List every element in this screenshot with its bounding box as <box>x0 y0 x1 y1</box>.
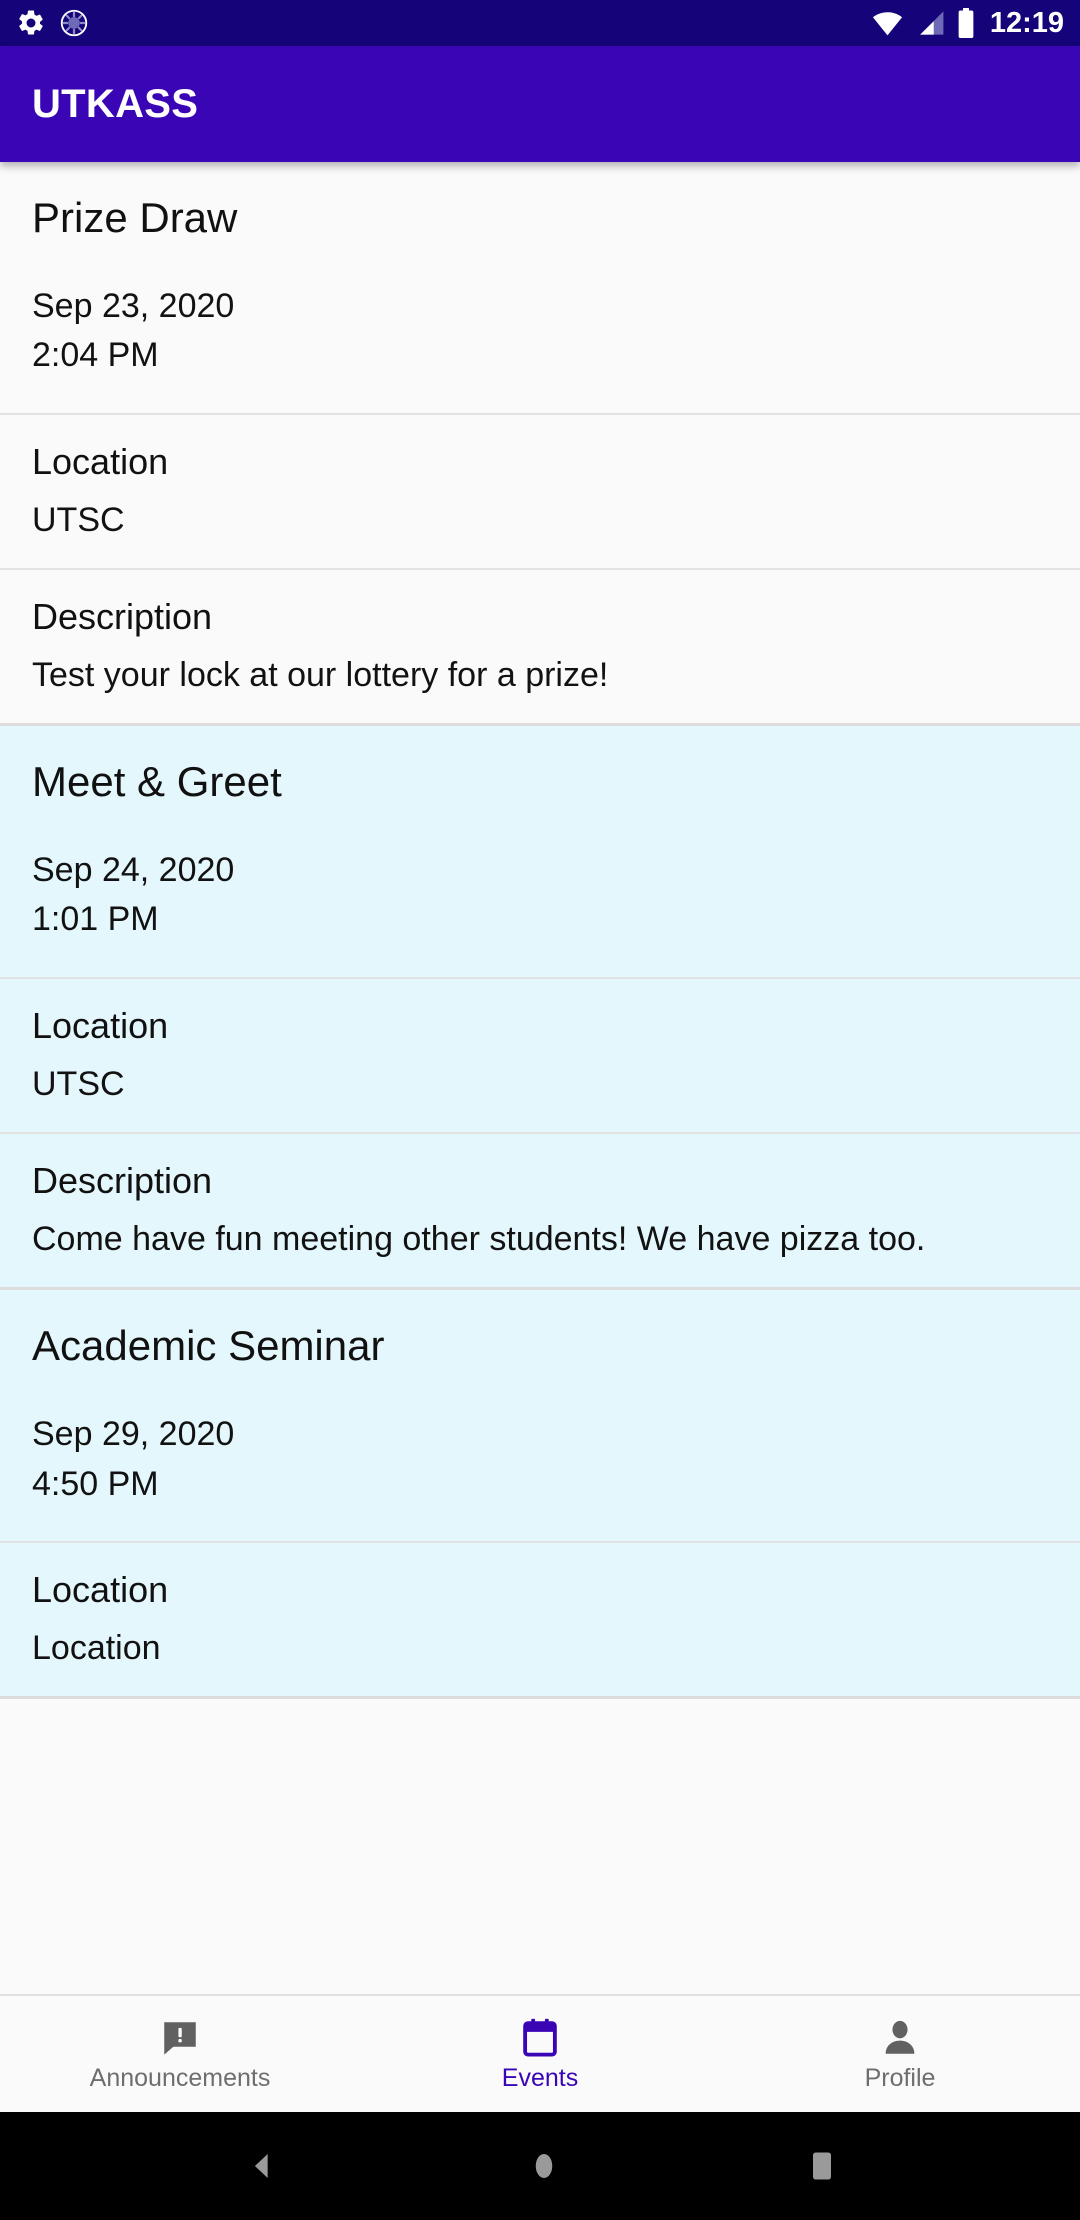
cell-signal-icon <box>915 10 946 36</box>
event-location-section: Location Location <box>0 1540 1080 1696</box>
event-date: Sep 23, 2020 <box>32 287 235 326</box>
event-card[interactable]: Academic Seminar Sep 29, 2020 4:50 PM Lo… <box>0 1290 1080 1699</box>
location-label: Location <box>32 440 169 482</box>
event-header: Prize Draw Sep 23, 2020 2:04 PM <box>0 162 1080 413</box>
description-label: Description <box>32 1159 213 1201</box>
event-card[interactable]: Prize Draw Sep 23, 2020 2:04 PM Location… <box>0 162 1080 727</box>
calendar-icon <box>519 2017 561 2059</box>
event-header: Academic Seminar Sep 29, 2020 4:50 PM <box>0 1290 1080 1541</box>
home-button[interactable] <box>529 2147 559 2185</box>
events-list[interactable]: Prize Draw Sep 23, 2020 2:04 PM Location… <box>0 162 1080 1994</box>
location-value: Location <box>32 1628 161 1667</box>
location-value: UTSC <box>32 1064 125 1103</box>
event-time: 4:50 PM <box>32 1464 159 1503</box>
status-bar-clock: 12:19 <box>989 6 1064 39</box>
event-description-section: Description Come have fun meeting other … <box>0 1131 1080 1287</box>
sync-progress-icon <box>60 9 88 37</box>
status-bar-right-icons: 12:19 <box>871 8 1064 38</box>
person-icon <box>879 2017 921 2059</box>
wifi-icon <box>871 10 904 36</box>
bottom-navigation: Announcements Events Profile <box>0 1994 1080 2112</box>
nav-tab-profile[interactable]: Profile <box>720 1996 1080 2112</box>
event-header: Meet & Greet Sep 24, 2020 1:01 PM <box>0 726 1080 977</box>
location-label: Location <box>32 1004 169 1046</box>
event-card[interactable]: Meet & Greet Sep 24, 2020 1:01 PM Locati… <box>0 726 1080 1291</box>
nav-tab-announcements[interactable]: Announcements <box>0 1996 360 2112</box>
description-value: Test your lock at our lottery for a priz… <box>32 655 609 694</box>
event-title: Meet & Greet <box>32 758 282 806</box>
nav-label-profile: Profile <box>864 2064 936 2092</box>
app-title: UTKASS <box>32 81 199 126</box>
description-label: Description <box>32 595 213 637</box>
event-time: 1:01 PM <box>32 900 159 939</box>
description-value: Come have fun meeting other students! We… <box>32 1219 926 1258</box>
event-title: Academic Seminar <box>32 1322 385 1370</box>
status-bar: 12:19 <box>0 0 1080 46</box>
announcement-icon <box>159 2017 201 2059</box>
location-label: Location <box>32 1568 169 1610</box>
nav-label-events: Events <box>501 2064 579 2092</box>
event-description-section: Description Test your lock at our lotter… <box>0 567 1080 723</box>
nav-label-announcements: Announcements <box>89 2064 271 2092</box>
app-bar: UTKASS <box>0 46 1080 162</box>
battery-icon <box>957 8 975 38</box>
back-button[interactable] <box>245 2148 279 2184</box>
recents-button[interactable] <box>809 2148 835 2184</box>
system-navigation-bar <box>0 2112 1080 2220</box>
event-date: Sep 29, 2020 <box>32 1415 235 1454</box>
nav-tab-events[interactable]: Events <box>360 1996 720 2112</box>
status-bar-left-icons <box>16 8 88 38</box>
android-screen: 12:19 UTKASS Prize Draw Sep 23, 2020 2:0… <box>0 0 1080 2220</box>
event-title: Prize Draw <box>32 194 238 241</box>
event-time: 2:04 PM <box>32 336 159 375</box>
location-value: UTSC <box>32 500 125 539</box>
event-date: Sep 24, 2020 <box>32 851 235 890</box>
settings-gear-icon <box>16 8 46 38</box>
event-location-section: Location UTSC <box>0 976 1080 1132</box>
event-location-section: Location UTSC <box>0 412 1080 568</box>
